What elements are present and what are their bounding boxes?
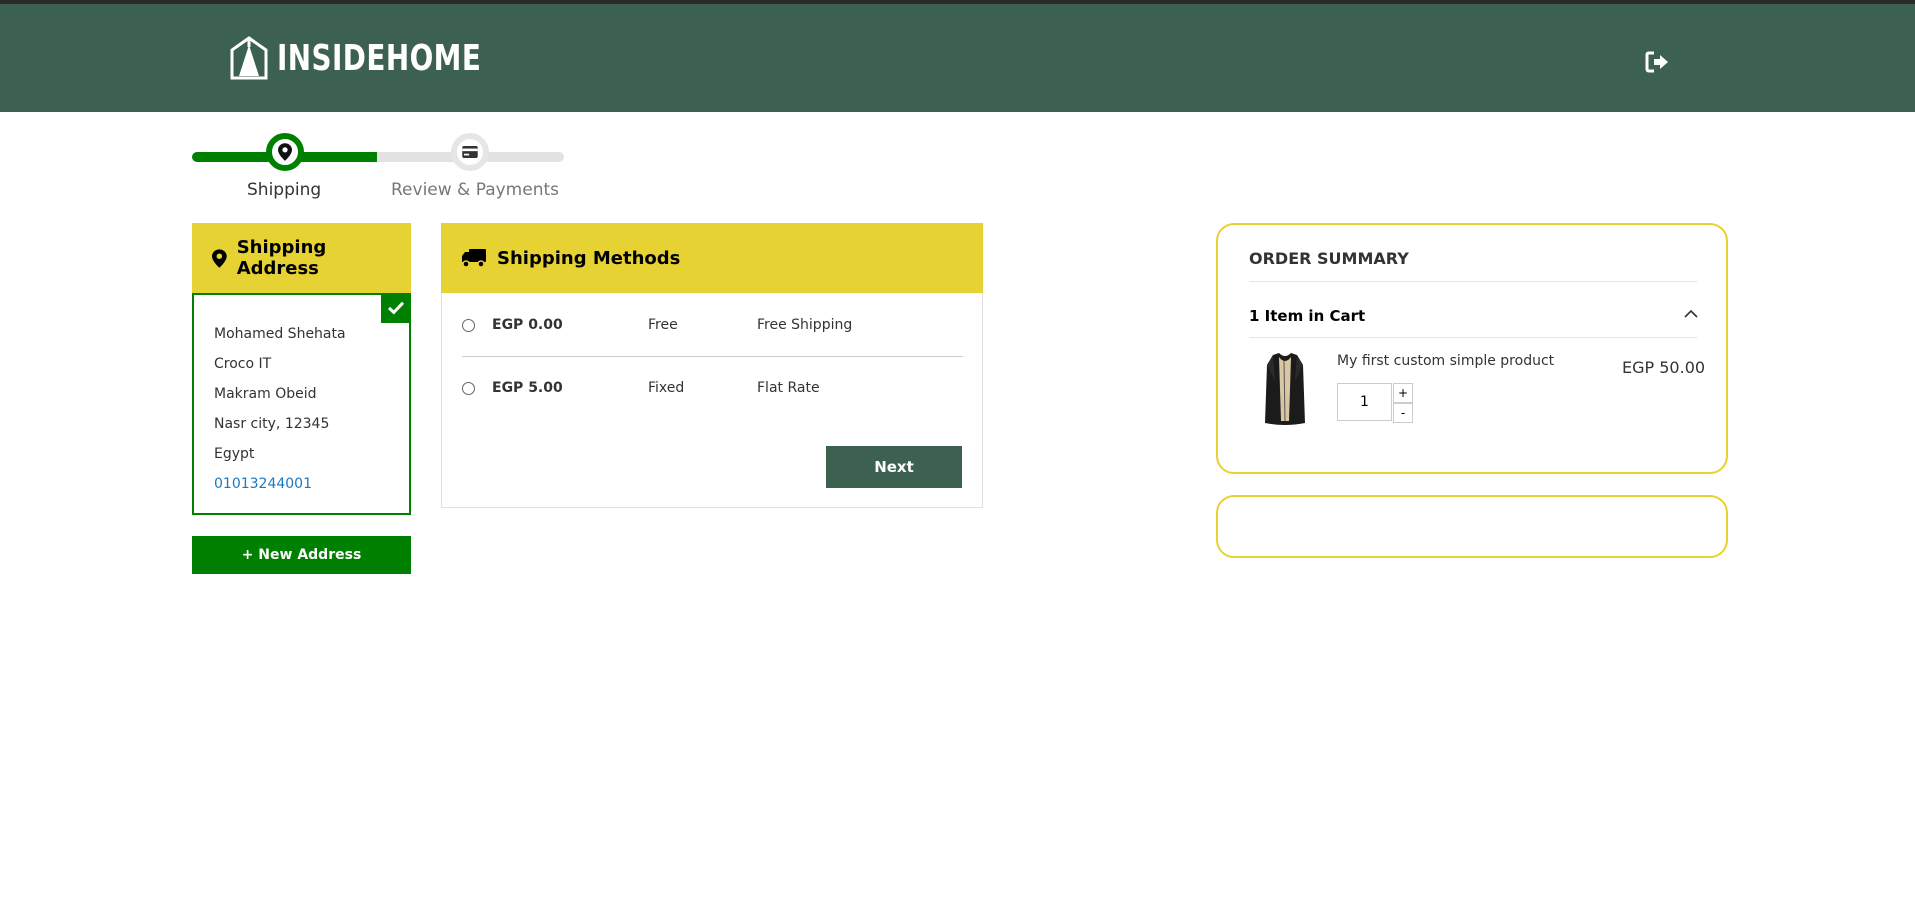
address-city: Nasr city, 12345 — [214, 416, 330, 432]
selected-address-card[interactable]: Mohamed Shehata Croco IT Makram Obeid Na… — [192, 293, 411, 515]
address-name: Mohamed Shehata — [214, 326, 346, 342]
next-button[interactable]: Next — [826, 446, 962, 488]
address-country: Egypt — [214, 446, 255, 462]
step-label-shipping[interactable]: Shipping — [247, 180, 321, 200]
method-radio[interactable] — [462, 381, 475, 395]
address-lines: Mohamed Shehata Croco IT Makram Obeid Na… — [214, 319, 346, 499]
order-summary-title: ORDER SUMMARY — [1249, 249, 1409, 268]
house-logo-icon — [230, 36, 268, 80]
method-type: Free — [648, 317, 678, 333]
product-price: EGP 50.00 — [1622, 358, 1706, 377]
quantity-increase-button[interactable]: + — [1393, 383, 1413, 403]
address-phone-link[interactable]: 01013244001 — [214, 469, 346, 499]
product-name[interactable]: My first custom simple product — [1337, 353, 1554, 369]
check-icon — [381, 293, 411, 323]
method-price: EGP 5.00 — [492, 380, 563, 396]
address-company: Croco IT — [214, 356, 272, 372]
divider — [1249, 337, 1697, 338]
quantity-input[interactable] — [1337, 383, 1392, 421]
credit-card-icon — [462, 146, 478, 158]
shipping-method-row[interactable]: EGP 5.00 Fixed Flat Rate — [462, 357, 963, 419]
map-marker-icon — [212, 248, 227, 268]
step-review-circle[interactable] — [451, 133, 489, 171]
step-label-review-payments[interactable]: Review & Payments — [391, 180, 559, 200]
new-address-button[interactable]: + New Address — [192, 536, 411, 574]
shipping-methods-header: Shipping Methods — [441, 223, 983, 293]
chevron-up-icon[interactable] — [1684, 309, 1698, 319]
method-price: EGP 0.00 — [492, 317, 563, 333]
cart-count-toggle[interactable]: 1 Item in Cart — [1249, 307, 1365, 325]
shipping-methods-title: Shipping Methods — [497, 247, 681, 269]
quantity-decrease-button[interactable]: - — [1393, 403, 1413, 423]
product-thumbnail — [1265, 353, 1305, 425]
secondary-summary-panel — [1216, 495, 1728, 558]
map-marker-icon — [278, 143, 292, 161]
truck-icon — [462, 249, 486, 268]
brand-name: INSIDEHOME — [277, 37, 482, 79]
site-header: INSIDEHOME — [0, 4, 1915, 112]
site-logo[interactable]: INSIDEHOME — [229, 34, 515, 82]
method-radio[interactable] — [462, 318, 475, 332]
method-type: Fixed — [648, 380, 685, 396]
checkout-progress-bar — [192, 152, 564, 162]
order-summary-panel: ORDER SUMMARY 1 Item in Cart My first cu… — [1216, 223, 1728, 474]
divider — [1249, 281, 1697, 282]
sign-out-icon[interactable] — [1644, 48, 1672, 76]
method-name: Free Shipping — [757, 317, 853, 333]
step-shipping-circle[interactable] — [266, 133, 304, 171]
address-street: Makram Obeid — [214, 386, 317, 402]
method-name: Flat Rate — [757, 380, 820, 396]
shipping-address-header: Shipping Address — [192, 223, 411, 293]
shipping-method-row[interactable]: EGP 0.00 Free Free Shipping — [462, 294, 963, 357]
shipping-address-title: Shipping Address — [236, 237, 327, 279]
